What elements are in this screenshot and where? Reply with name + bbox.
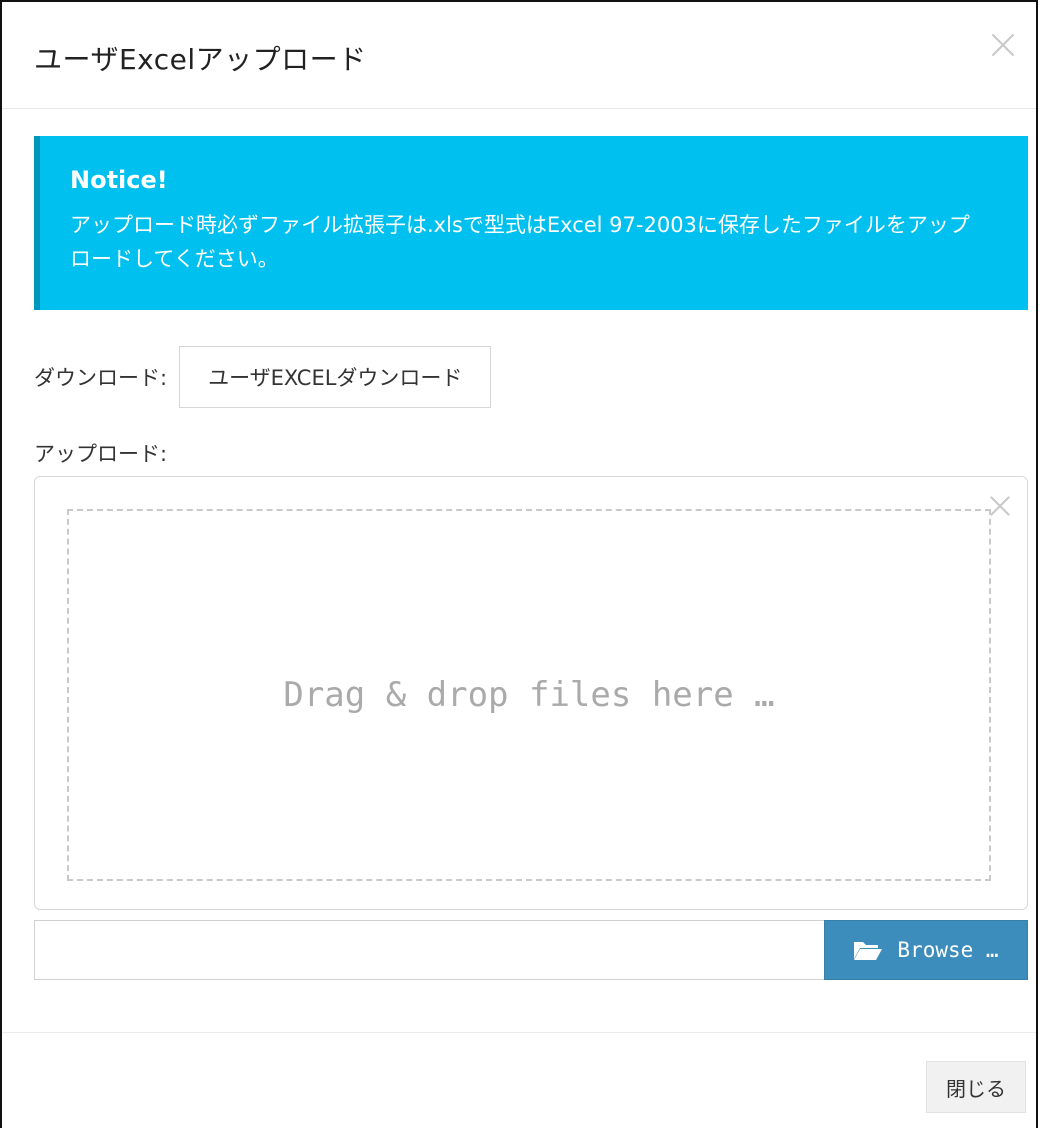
modal-header: ユーザExcelアップロード [2,2,1036,109]
download-label: ダウンロード: [34,366,168,390]
close-button[interactable]: 閉じる [926,1061,1026,1113]
modal-footer: 閉じる [2,1032,1036,1131]
notice-callout: Notice! アップロード時必ずファイル拡張子は.xlsで型式はExcel 9… [34,136,1028,310]
drop-area[interactable]: Drag & drop files here … [67,509,991,881]
file-path-input[interactable] [34,920,824,980]
upload-label: アップロード: [34,442,168,466]
dropzone-text: Drag & drop files here … [283,675,775,715]
download-row: ダウンロード: ユーザEXCELダウンロード [34,346,492,408]
close-icon[interactable] [988,30,1018,60]
notice-title: Notice! [70,166,168,194]
file-picker-row: Browse … [34,920,1028,980]
notice-text: アップロード時必ずファイル拡張子は.xlsで型式はExcel 97-2003に保… [70,213,970,271]
file-dropzone[interactable]: Drag & drop files here … [34,476,1028,910]
upload-modal: ユーザExcelアップロード Notice! アップロード時必ずファイル拡張子は… [0,0,1038,1128]
modal-title: ユーザExcelアップロード [34,43,367,76]
folder-open-icon [854,942,883,960]
browse-label: Browse … [897,938,999,962]
download-excel-button[interactable]: ユーザEXCELダウンロード [179,346,492,408]
browse-button[interactable]: Browse … [824,920,1028,980]
